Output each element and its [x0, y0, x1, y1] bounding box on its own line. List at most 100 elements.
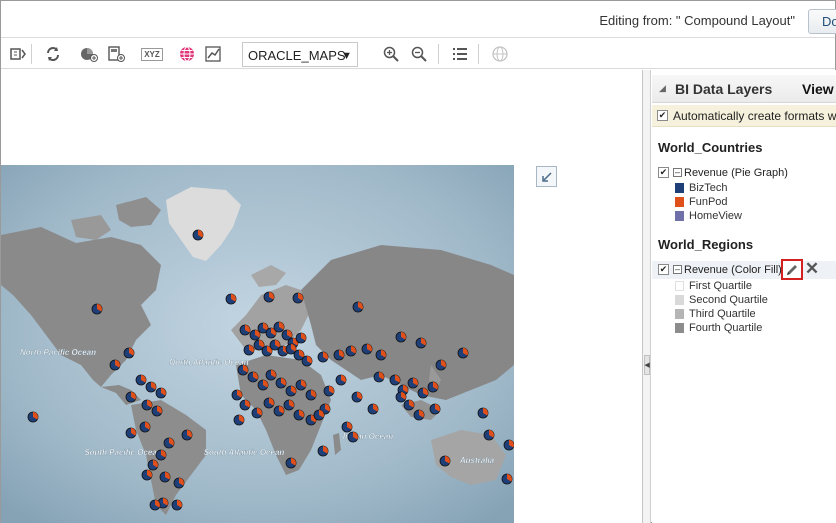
pie-marker[interactable] — [27, 411, 39, 423]
pie-marker[interactable] — [125, 427, 137, 439]
pie-marker[interactable] — [313, 409, 325, 421]
world-map[interactable]: North Pacific Ocean North Atlantic Ocean… — [1, 165, 514, 523]
pie-marker[interactable] — [361, 343, 373, 355]
pie-marker[interactable] — [389, 374, 401, 386]
pie-marker[interactable] — [375, 349, 387, 361]
layer-row-revenue-pie[interactable]: ✔ – Revenue (Pie Graph) — [652, 164, 836, 182]
pie-marker[interactable] — [225, 293, 237, 305]
pie-marker[interactable] — [109, 359, 121, 371]
xyz-icon[interactable]: XYZ — [140, 44, 164, 64]
add-layer-icon[interactable] — [79, 44, 99, 64]
pie-marker[interactable] — [163, 437, 175, 449]
pie-marker[interactable] — [295, 379, 307, 391]
pie-marker[interactable] — [173, 477, 185, 489]
pie-marker[interactable] — [181, 429, 193, 441]
refresh-icon[interactable] — [43, 44, 63, 64]
collapse-layer-icon[interactable]: – — [673, 168, 682, 177]
pie-marker[interactable] — [407, 377, 419, 389]
pie-marker[interactable] — [155, 387, 167, 399]
pie-marker[interactable] — [285, 457, 297, 469]
pie-marker[interactable] — [135, 374, 147, 386]
map-overview-button[interactable] — [536, 166, 557, 187]
pie-marker[interactable] — [367, 403, 379, 415]
pie-marker[interactable] — [333, 349, 345, 361]
pie-marker[interactable] — [257, 379, 269, 391]
pie-marker[interactable] — [192, 229, 204, 241]
zoom-in-icon[interactable] — [381, 44, 401, 64]
layer-visible-checkbox[interactable]: ✔ — [658, 264, 669, 275]
pie-marker[interactable] — [159, 471, 171, 483]
pie-marker[interactable] — [373, 371, 385, 383]
pie-marker[interactable] — [415, 337, 427, 349]
pie-marker[interactable] — [263, 397, 275, 409]
pie-marker[interactable] — [323, 385, 335, 397]
pie-marker[interactable] — [275, 377, 287, 389]
pie-marker[interactable] — [231, 389, 243, 401]
pie-marker[interactable] — [429, 403, 441, 415]
pie-marker[interactable] — [439, 455, 451, 467]
collapse-layer-icon[interactable]: – — [673, 265, 682, 274]
pie-marker[interactable] — [273, 321, 285, 333]
layer-visible-checkbox[interactable]: ✔ — [658, 167, 669, 178]
pie-marker[interactable] — [395, 391, 407, 403]
calculator-icon[interactable] — [106, 44, 126, 64]
pie-marker[interactable] — [395, 331, 407, 343]
pie-marker[interactable] — [91, 303, 103, 315]
pie-marker[interactable] — [427, 381, 439, 393]
pie-marker[interactable] — [317, 351, 329, 363]
pie-marker[interactable] — [435, 359, 447, 371]
pie-marker[interactable] — [125, 391, 137, 403]
pie-marker[interactable] — [141, 399, 153, 411]
pie-marker[interactable] — [147, 459, 159, 471]
pie-marker[interactable] — [263, 291, 275, 303]
pie-marker[interactable] — [239, 324, 251, 336]
pie-marker[interactable] — [285, 385, 297, 397]
chart-edit-icon[interactable] — [204, 44, 224, 64]
pie-marker[interactable] — [239, 399, 251, 411]
pie-marker[interactable] — [251, 407, 263, 419]
pie-marker[interactable] — [233, 414, 245, 426]
pie-marker[interactable] — [293, 409, 305, 421]
pie-marker[interactable] — [403, 399, 415, 411]
pie-marker[interactable] — [151, 405, 163, 417]
pie-marker[interactable] — [317, 445, 329, 457]
pie-marker[interactable] — [352, 301, 364, 313]
basemap-select[interactable]: ORACLE_MAPS ▼ — [242, 42, 358, 67]
done-button[interactable]: Done — [808, 9, 836, 34]
pie-marker[interactable] — [273, 405, 285, 417]
pie-marker[interactable] — [283, 399, 295, 411]
pie-marker[interactable] — [417, 387, 429, 399]
pie-marker[interactable] — [171, 499, 183, 511]
pie-marker[interactable] — [301, 355, 313, 367]
pie-marker[interactable] — [347, 431, 359, 443]
edit-layer-button[interactable] — [781, 259, 803, 280]
collapse-triangle-icon[interactable]: ◢ — [659, 83, 666, 94]
pie-marker[interactable] — [243, 344, 255, 356]
pie-marker[interactable] — [295, 332, 307, 344]
pie-marker[interactable] — [501, 473, 513, 485]
pie-marker[interactable] — [237, 364, 249, 376]
pie-marker[interactable] — [503, 439, 514, 451]
auto-format-checkbox[interactable]: ✔ — [657, 110, 668, 121]
view-menu[interactable]: View — [802, 81, 834, 97]
pie-marker[interactable] — [345, 345, 357, 357]
pie-marker[interactable] — [413, 409, 425, 421]
zoom-out-icon[interactable] — [409, 44, 429, 64]
pie-marker[interactable] — [341, 421, 353, 433]
pie-marker[interactable] — [483, 429, 495, 441]
pie-marker[interactable] — [123, 347, 135, 359]
properties-icon[interactable] — [8, 44, 28, 64]
delete-layer-button[interactable]: ✕ — [803, 259, 821, 278]
pie-marker[interactable] — [305, 389, 317, 401]
pie-marker[interactable] — [265, 369, 277, 381]
pie-marker[interactable] — [249, 329, 261, 341]
pie-marker[interactable] — [155, 449, 167, 461]
pie-marker[interactable] — [335, 374, 347, 386]
pie-marker[interactable] — [351, 391, 363, 403]
panel-splitter[interactable]: ◀ — [643, 70, 651, 523]
globe-icon[interactable] — [177, 44, 197, 64]
pie-marker[interactable] — [149, 499, 161, 511]
pie-marker[interactable] — [292, 292, 304, 304]
pie-marker[interactable] — [457, 347, 469, 359]
pie-marker[interactable] — [141, 469, 153, 481]
